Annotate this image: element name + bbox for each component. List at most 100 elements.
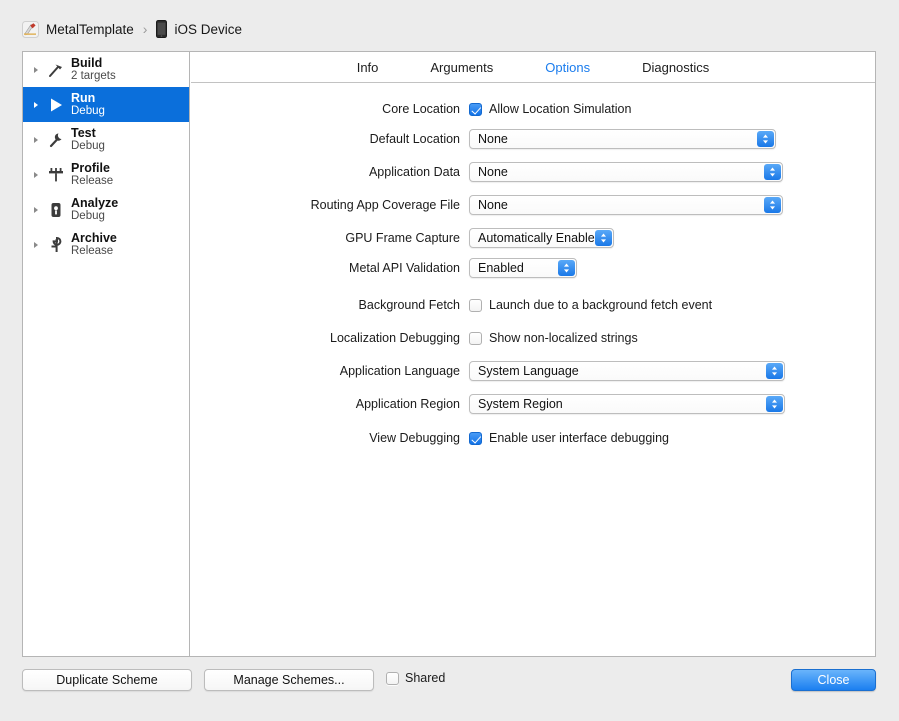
- sidebar-item-title: Run: [71, 91, 96, 106]
- sidebar-item-subtitle: 2 targets: [71, 70, 116, 83]
- sidebar-item-title: Build: [71, 56, 103, 71]
- sidebar-item-subtitle: Debug: [71, 105, 105, 118]
- routing-app-coverage-file-value: None: [478, 198, 508, 212]
- row-view-debugging: View Debugging Enable user interface deb…: [191, 424, 875, 452]
- tab-bar: Info Arguments Options Diagnostics: [191, 52, 875, 83]
- breadcrumb-device[interactable]: iOS Device: [174, 22, 242, 37]
- tab-info[interactable]: Info: [331, 60, 405, 75]
- shared-checkbox[interactable]: [386, 671, 399, 685]
- gpu-frame-capture-label: GPU Frame Capture: [345, 231, 460, 245]
- sidebar-item-title: Profile: [71, 161, 110, 176]
- sidebar-item-run[interactable]: Run Debug: [23, 87, 189, 122]
- row-background-fetch: Background Fetch Launch due to a backgro…: [191, 291, 875, 319]
- chevron-updown-icon[interactable]: [764, 197, 781, 213]
- footer-toolbar: Duplicate Scheme Manage Schemes... Share…: [0, 657, 899, 721]
- default-location-popup[interactable]: None: [469, 129, 776, 149]
- row-routing-app-coverage-file: Routing App Coverage File None: [191, 191, 875, 219]
- application-data-value: None: [478, 165, 508, 179]
- application-language-value: System Language: [478, 364, 579, 378]
- xcode-app-icon: [22, 20, 39, 38]
- row-application-language: Application Language System Language: [191, 357, 875, 385]
- chevron-updown-icon[interactable]: [558, 260, 575, 276]
- metal-api-validation-value: Enabled: [478, 261, 524, 275]
- row-application-region: Application Region System Region: [191, 390, 875, 418]
- breadcrumb-project[interactable]: MetalTemplate: [46, 22, 134, 37]
- chevron-updown-icon[interactable]: [764, 164, 781, 180]
- disclosure-triangle-icon[interactable]: [29, 206, 43, 214]
- disclosure-triangle-icon[interactable]: [29, 101, 43, 109]
- application-region-value: System Region: [478, 397, 563, 411]
- default-location-label: Default Location: [369, 132, 460, 146]
- archive-icon: [43, 235, 69, 255]
- application-region-label: Application Region: [355, 397, 460, 411]
- chevron-updown-icon[interactable]: [595, 230, 612, 246]
- tab-diagnostics[interactable]: Diagnostics: [616, 60, 735, 75]
- duplicate-scheme-button[interactable]: Duplicate Scheme: [22, 669, 192, 691]
- sidebar-item-subtitle: Release: [71, 245, 114, 258]
- application-data-popup[interactable]: None: [469, 162, 783, 182]
- allow-location-simulation-checkbox[interactable]: [469, 102, 482, 116]
- row-core-location: Core Location Allow Location Simulation: [191, 95, 875, 123]
- application-data-label: Application Data: [368, 165, 460, 179]
- gpu-frame-capture-popup[interactable]: Automatically Enabled: [469, 228, 614, 248]
- routing-app-coverage-file-popup[interactable]: None: [469, 195, 783, 215]
- localization-debugging-checkbox[interactable]: [469, 331, 482, 345]
- row-default-location: Default Location None: [191, 125, 875, 153]
- row-gpu-frame-capture: GPU Frame Capture Automatically Enabled: [191, 224, 875, 252]
- sidebar-item-subtitle: Release: [71, 175, 114, 188]
- tab-options[interactable]: Options: [519, 60, 616, 75]
- options-pane: Info Arguments Options Diagnostics Core …: [191, 52, 875, 656]
- sidebar-item-archive[interactable]: Archive Release: [23, 227, 189, 262]
- tab-arguments[interactable]: Arguments: [404, 60, 519, 75]
- chevron-updown-icon[interactable]: [757, 131, 774, 147]
- wrench-icon: [43, 130, 69, 150]
- row-metal-api-validation: Metal API Validation Enabled: [191, 254, 875, 282]
- view-debugging-checkbox-label: Enable user interface debugging: [489, 431, 669, 445]
- options-form: Core Location Allow Location Simulation …: [191, 83, 875, 452]
- localization-debugging-checkbox-label: Show non-localized strings: [489, 331, 638, 345]
- shared-checkbox-group[interactable]: Shared: [386, 671, 445, 685]
- metal-api-validation-label: Metal API Validation: [349, 261, 460, 275]
- application-language-label: Application Language: [339, 364, 460, 378]
- chevron-updown-icon[interactable]: [766, 363, 783, 379]
- breadcrumb: MetalTemplate › iOS Device: [22, 16, 242, 42]
- background-fetch-label: Background Fetch: [358, 298, 460, 312]
- allow-location-simulation-label: Allow Location Simulation: [489, 102, 632, 116]
- scheme-action-sidebar[interactable]: Build 2 targets Run Debug Test Debug Pro…: [23, 52, 190, 656]
- application-language-popup[interactable]: System Language: [469, 361, 785, 381]
- view-debugging-checkbox[interactable]: [469, 431, 482, 445]
- disclosure-triangle-icon[interactable]: [29, 136, 43, 144]
- view-debugging-label: View Debugging: [369, 431, 460, 445]
- default-location-value: None: [478, 132, 508, 146]
- play-icon: [43, 95, 69, 115]
- row-application-data: Application Data None: [191, 158, 875, 186]
- manage-schemes-button[interactable]: Manage Schemes...: [204, 669, 374, 691]
- metal-api-validation-popup[interactable]: Enabled: [469, 258, 577, 278]
- disclosure-triangle-icon[interactable]: [29, 241, 43, 249]
- sidebar-item-build[interactable]: Build 2 targets: [23, 52, 189, 87]
- routing-app-coverage-file-label: Routing App Coverage File: [310, 198, 460, 212]
- breadcrumb-separator-icon: ›: [142, 21, 148, 37]
- iphone-device-icon: [156, 20, 168, 38]
- sidebar-item-subtitle: Debug: [71, 140, 105, 153]
- application-region-popup[interactable]: System Region: [469, 394, 785, 414]
- background-fetch-checkbox[interactable]: [469, 298, 482, 312]
- sidebar-item-test[interactable]: Test Debug: [23, 122, 189, 157]
- disclosure-triangle-icon[interactable]: [29, 66, 43, 74]
- close-button[interactable]: Close: [791, 669, 876, 691]
- background-fetch-checkbox-label: Launch due to a background fetch event: [489, 298, 713, 312]
- hammer-icon: [43, 60, 69, 80]
- sidebar-item-subtitle: Debug: [71, 210, 105, 223]
- sidebar-item-profile[interactable]: Profile Release: [23, 157, 189, 192]
- sidebar-item-title: Analyze: [71, 196, 119, 211]
- chevron-updown-icon[interactable]: [766, 396, 783, 412]
- row-localization-debugging: Localization Debugging Show non-localize…: [191, 324, 875, 352]
- scheme-editor-window: MetalTemplate › iOS Device Build 2 targe…: [0, 0, 899, 721]
- disclosure-triangle-icon[interactable]: [29, 171, 43, 179]
- scheme-content-box: Build 2 targets Run Debug Test Debug Pro…: [22, 51, 876, 657]
- sidebar-item-title: Archive: [71, 231, 117, 246]
- sidebar-item-analyze[interactable]: Analyze Debug: [23, 192, 189, 227]
- sidebar-item-title: Test: [71, 126, 96, 141]
- gauge-icon: [43, 165, 69, 185]
- shared-label: Shared: [405, 671, 446, 685]
